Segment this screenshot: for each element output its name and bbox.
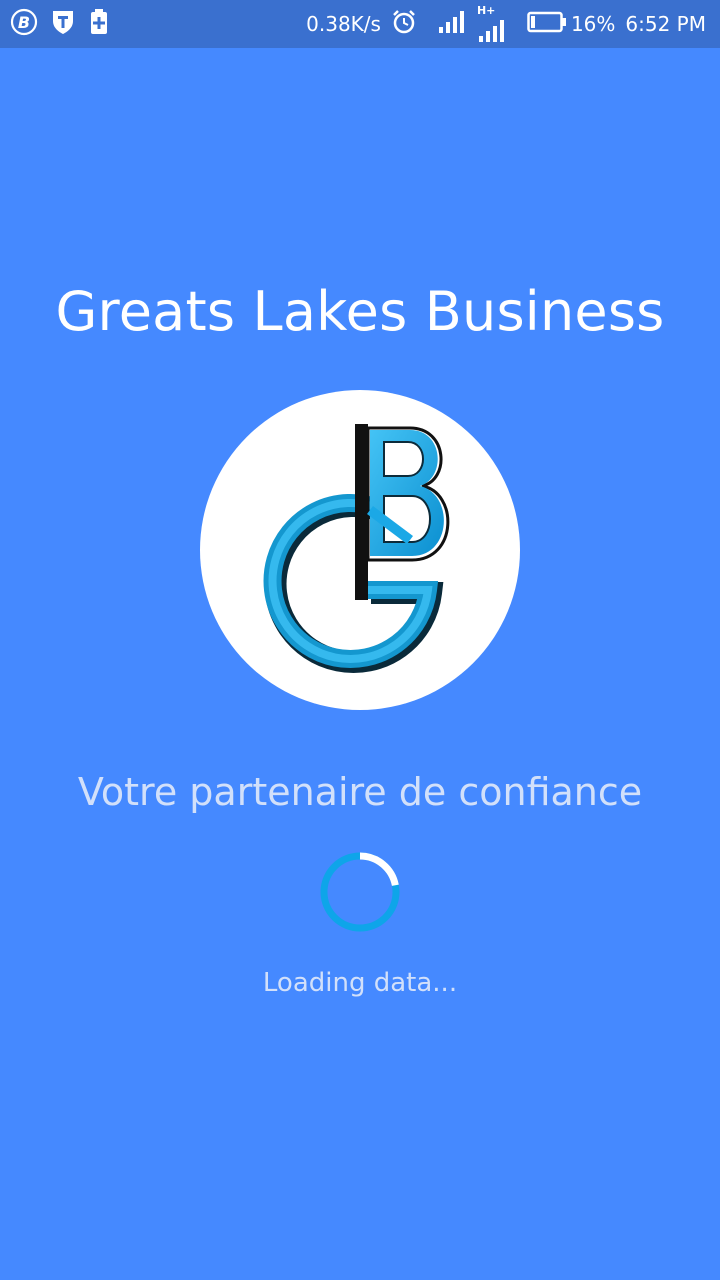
logo [200,390,520,710]
loading-spinner-icon [320,852,400,932]
alarm-icon [391,9,417,40]
status-bar: B 0.38K/s H+ 16% 6:52 PM [0,0,720,48]
battery-icon [527,11,567,38]
app-title: Greats Lakes Business [55,280,665,343]
status-left-icons: B [10,8,110,40]
loading-text: Loading data... [262,968,458,998]
network-type: H+ [476,4,496,17]
status-clock: 6:52 PM [625,12,706,36]
signal-icon [437,9,467,40]
svg-text:B: B [18,13,30,32]
status-right-icons: 0.38K/s H+ 16% 6:52 PM [306,0,706,48]
shield-icon [50,8,76,40]
tagline: Votre partenaire de confiance [77,770,643,814]
b-app-icon: B [10,8,38,40]
signal-hplus-icon: H+ [477,4,507,44]
glb-logo-icon [263,424,450,673]
battery-saver-icon [88,8,110,40]
battery-percent: 16% [570,12,616,36]
network-speed: 0.38K/s [306,12,381,36]
